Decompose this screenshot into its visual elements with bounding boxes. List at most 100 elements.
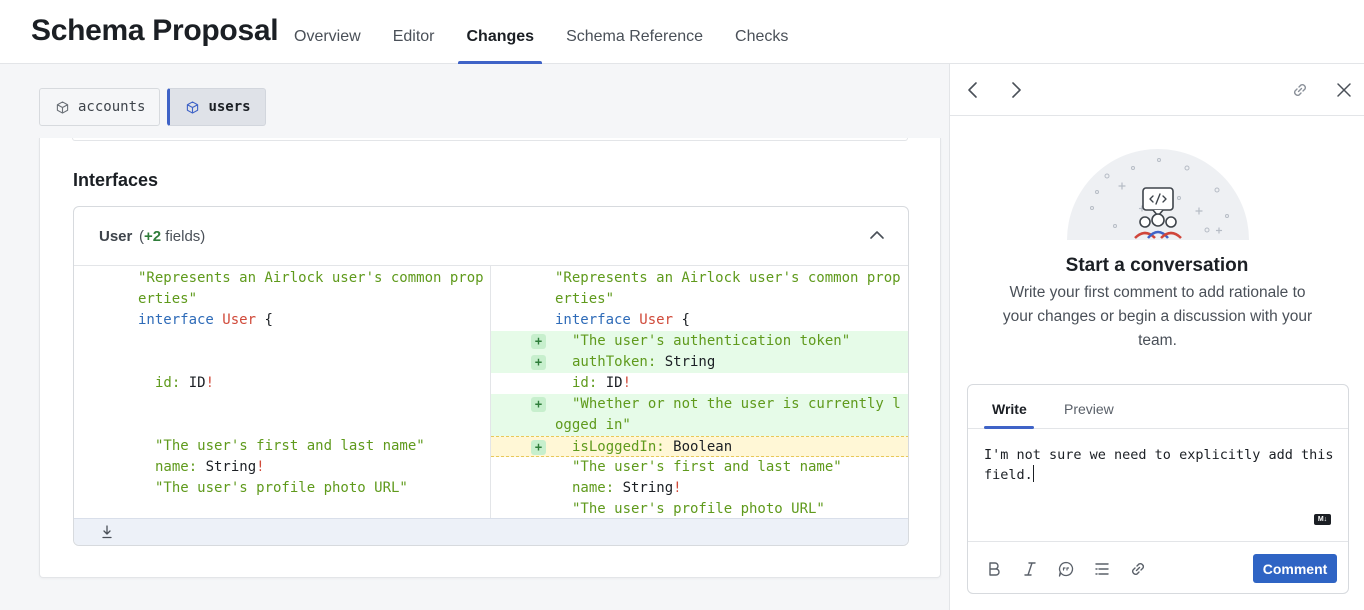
code-text: isLoggedIn: Boolean bbox=[572, 437, 732, 458]
markdown-icon: M↓ bbox=[1314, 514, 1331, 525]
tab-changes[interactable]: Changes bbox=[450, 0, 550, 64]
expand-down-icon[interactable] bbox=[101, 525, 113, 539]
added-marker: + bbox=[531, 397, 546, 412]
bold-icon[interactable] bbox=[985, 560, 1003, 578]
list-icon[interactable] bbox=[1093, 560, 1111, 578]
code-token: String bbox=[664, 354, 716, 370]
diff-line bbox=[74, 331, 490, 352]
italic-icon[interactable] bbox=[1021, 560, 1039, 578]
code-token: "The user's authentication token" bbox=[572, 333, 851, 349]
chevron-left-icon[interactable] bbox=[963, 80, 983, 100]
code-text: "Represents an Airlock user's common pro… bbox=[138, 268, 484, 289]
diff-line: "The user's profile photo URL" bbox=[491, 499, 908, 520]
added-marker: + bbox=[531, 334, 546, 349]
tab-write[interactable]: Write bbox=[992, 401, 1027, 417]
type-name: User bbox=[99, 228, 133, 245]
active-tab-indicator bbox=[984, 426, 1034, 429]
tab-preview[interactable]: Preview bbox=[1064, 401, 1114, 417]
diff-line-added: ogged in" bbox=[491, 415, 908, 436]
previous-section-edge bbox=[72, 138, 908, 141]
chevron-right-icon[interactable] bbox=[1006, 80, 1026, 100]
quote-icon[interactable] bbox=[1057, 560, 1075, 578]
tab-editor[interactable]: Editor bbox=[377, 0, 451, 64]
diff-line: interface User { bbox=[491, 310, 908, 331]
chevron-up-icon[interactable] bbox=[868, 226, 886, 244]
diff-line: interface User { bbox=[74, 310, 490, 331]
code-token: Boolean bbox=[673, 439, 733, 455]
diff-line: "The user's profile photo URL" bbox=[74, 478, 490, 499]
code-token: "Whether or not the user is currently l bbox=[572, 396, 901, 412]
code-text: "The user's authentication token" bbox=[572, 331, 850, 352]
diff-line: id: ID! bbox=[491, 373, 908, 394]
diff-line: id: ID! bbox=[74, 373, 490, 394]
subgraph-chip-accounts[interactable]: accounts bbox=[39, 88, 161, 126]
code-token: { bbox=[673, 312, 690, 328]
diff-pane-before: "Represents an Airlock user's common pro… bbox=[74, 266, 491, 520]
code-token: ID bbox=[605, 375, 623, 391]
link-icon[interactable] bbox=[1129, 560, 1147, 578]
code-token: name: bbox=[572, 480, 623, 496]
close-icon[interactable] bbox=[1334, 80, 1354, 100]
panel-toolbar bbox=[950, 64, 1364, 116]
cube-icon bbox=[187, 100, 199, 114]
code-text: "Whether or not the user is currently l bbox=[572, 394, 901, 415]
code-token: ID bbox=[188, 375, 206, 391]
code-text: "Represents an Airlock user's common pro… bbox=[555, 268, 901, 289]
changes-card: Interfaces User (+2 fields) "Represents … bbox=[39, 138, 941, 578]
code-token: ! bbox=[205, 375, 215, 391]
code-token: name: bbox=[155, 459, 206, 475]
code-token: id: bbox=[572, 375, 606, 391]
code-token: ! bbox=[256, 459, 265, 475]
added-marker: + bbox=[531, 355, 546, 370]
diff-line: erties" bbox=[74, 289, 490, 310]
changes-main-area: accounts users Interfaces User (+2 field… bbox=[0, 64, 949, 610]
code-token: String bbox=[622, 480, 674, 496]
tab-schema-reference[interactable]: Schema Reference bbox=[550, 0, 719, 64]
code-text: ogged in" bbox=[555, 415, 631, 436]
code-text: "The user's first and last name" bbox=[155, 436, 425, 457]
subgraph-chip-label: accounts bbox=[78, 99, 146, 115]
code-token: ! bbox=[673, 480, 682, 496]
subgraph-chip-label: users bbox=[208, 99, 251, 115]
code-token: String bbox=[205, 459, 257, 475]
type-diff: User (+2 fields) "Represents an Airlock … bbox=[73, 206, 909, 546]
code-token: { bbox=[256, 312, 273, 328]
code-token: User bbox=[222, 312, 257, 328]
code-token: erties" bbox=[555, 291, 615, 307]
code-text: "The user's profile photo URL" bbox=[572, 499, 825, 520]
diff-line bbox=[74, 415, 490, 436]
composer-tabs: Write Preview bbox=[968, 385, 1348, 429]
code-token: isLoggedIn: bbox=[572, 439, 674, 455]
code-token: "Represents an Airlock user's common pro… bbox=[138, 270, 484, 286]
diff-footer bbox=[74, 518, 908, 545]
diff-line bbox=[74, 394, 490, 415]
diff-line-added: + "Whether or not the user is currently l bbox=[491, 394, 908, 415]
comment-button[interactable]: Comment bbox=[1253, 554, 1337, 583]
code-text: erties" bbox=[555, 289, 614, 310]
cube-icon bbox=[56, 100, 69, 114]
main-tabs: Overview Editor Changes Schema Reference… bbox=[278, 0, 804, 64]
conversation-illustration bbox=[1067, 149, 1249, 240]
tab-checks[interactable]: Checks bbox=[719, 0, 804, 64]
code-text: name: String! bbox=[572, 478, 682, 499]
code-text: erties" bbox=[138, 289, 197, 310]
comment-input[interactable]: I'm not sure we need to explicitly add t… bbox=[984, 445, 1334, 485]
conversation-title: Start a conversation bbox=[1065, 255, 1249, 276]
code-token: authToken: bbox=[572, 354, 665, 370]
link-icon[interactable] bbox=[1290, 80, 1310, 100]
tab-overview[interactable]: Overview bbox=[278, 0, 377, 64]
code-token: ogged in" bbox=[555, 417, 631, 433]
section-title-interfaces: Interfaces bbox=[73, 170, 159, 190]
page-title: Schema Proposal bbox=[31, 14, 279, 47]
diff-line: erties" bbox=[491, 289, 908, 310]
top-header: Schema Proposal Overview Editor Changes … bbox=[0, 0, 1364, 64]
code-token: "The user's first and last name" bbox=[155, 438, 425, 454]
subgraph-chip-users[interactable]: users bbox=[167, 88, 266, 126]
diff-line-added: + isLoggedIn: Boolean bbox=[491, 436, 908, 458]
field-change-count: (+2 fields) bbox=[139, 228, 206, 245]
code-text: "The user's profile photo URL" bbox=[155, 478, 408, 499]
type-diff-header[interactable]: User (+2 fields) bbox=[74, 207, 908, 266]
diff-line: "The user's first and last name" bbox=[74, 436, 490, 457]
code-token: ! bbox=[622, 375, 632, 391]
diff-line-added: + "The user's authentication token" bbox=[491, 331, 908, 352]
